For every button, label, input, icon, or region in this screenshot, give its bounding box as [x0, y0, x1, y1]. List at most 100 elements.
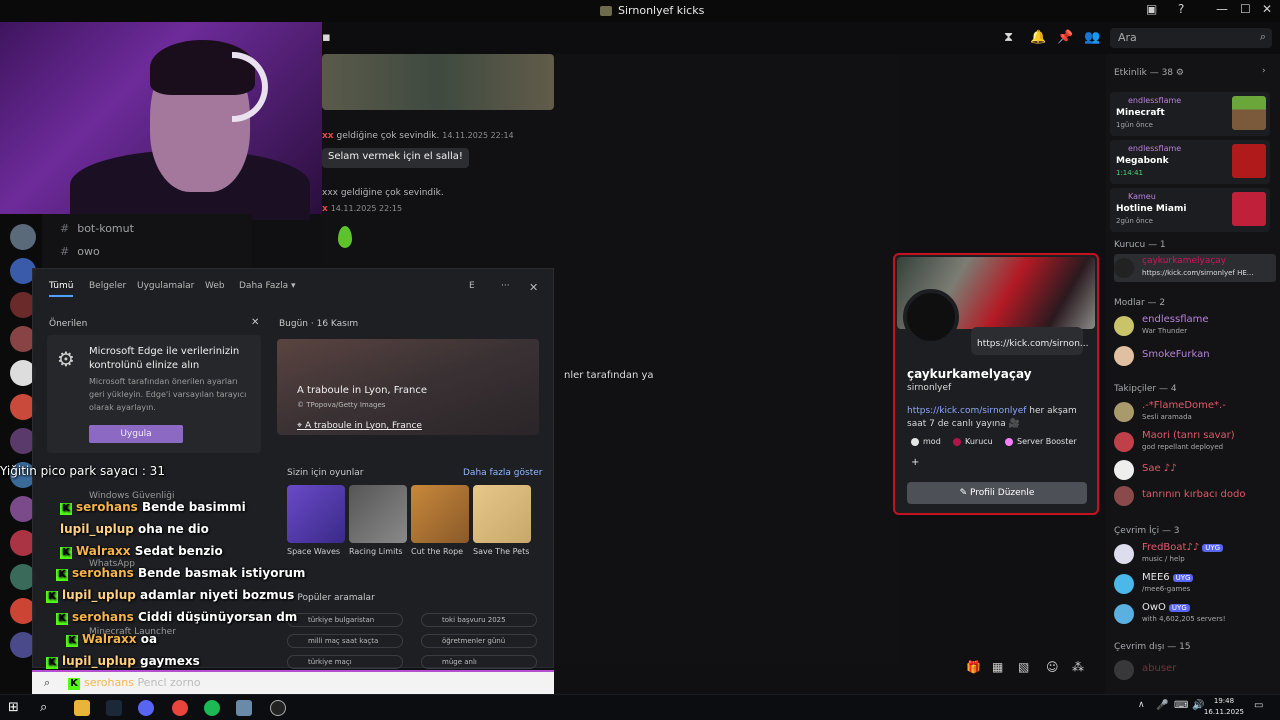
activity-card[interactable]: Kameu Hotline Miami 2gün önce	[1110, 188, 1270, 232]
more-options-icon[interactable]: ···	[501, 281, 510, 291]
game-tile-racing-limits[interactable]	[349, 485, 407, 543]
member-row[interactable]: abuser	[1114, 656, 1274, 684]
edit-profile-button[interactable]: ✎ Profili Düzenle	[907, 482, 1087, 504]
counter-text: Yiğitin pico park sayacı : 31	[0, 464, 165, 478]
minimize-button[interactable]: —	[1216, 2, 1228, 16]
chat-message: Klupil_uplup adamlar niyeti bozmus	[46, 588, 294, 603]
sticker-icon[interactable]: ▧	[1018, 660, 1029, 674]
popular-search-item[interactable]: müge anlı	[421, 655, 537, 669]
monitor-icon[interactable]: ▣	[1146, 2, 1157, 16]
server-icon[interactable]	[10, 224, 36, 250]
megabonk-icon	[1232, 144, 1266, 178]
member-row[interactable]: .-*FlameDome*.- Sesli aramada	[1114, 398, 1274, 426]
members-icon[interactable]: 👥	[1084, 30, 1100, 45]
add-role-button[interactable]: +	[911, 457, 919, 468]
avatar	[1114, 346, 1134, 366]
wave-button[interactable]: Selam vermek için el salla!	[322, 148, 469, 168]
avatar[interactable]	[903, 289, 959, 345]
file-explorer-icon[interactable]	[74, 700, 90, 716]
steam-icon[interactable]	[106, 700, 122, 716]
spotify-icon[interactable]	[204, 700, 220, 716]
member-row[interactable]: Sae ♪♪	[1114, 456, 1274, 484]
activity-header[interactable]: Etkinlik — 38 ⚙	[1114, 68, 1184, 78]
chat-message: K Walraxx oa	[66, 632, 157, 647]
channel-list: # bot-komut # owo	[42, 214, 252, 270]
member-row[interactable]: endlessflame War Thunder	[1114, 312, 1274, 340]
day-location-link[interactable]: ⌖ A traboule in Lyon, France	[297, 421, 422, 431]
chat-message: Kserohans Ciddi düşünüyorsan dm	[56, 610, 297, 625]
help-icon[interactable]: ?	[1178, 2, 1184, 16]
member-row[interactable]: MEE6 UYG/mee6-games	[1114, 570, 1274, 598]
member-row[interactable]: tanrının kırbacı dodo	[1114, 482, 1274, 510]
clock[interactable]: 19:48 16.11.2025	[1204, 696, 1244, 718]
avatar	[1114, 604, 1134, 624]
chrome-icon[interactable]	[172, 700, 188, 716]
avatar	[1114, 460, 1134, 480]
search-input[interactable]: Ara ⌕	[1110, 28, 1272, 48]
gif-icon[interactable]: ▦	[992, 660, 1003, 674]
maximize-button[interactable]: ☐	[1240, 2, 1251, 16]
member-row[interactable]: SmokeFurkan	[1114, 342, 1274, 370]
edge-recommendation-card: ⚙ Microsoft Edge ile verilerinizin kontr…	[47, 335, 261, 453]
obs-icon[interactable]	[270, 700, 286, 716]
close-icon[interactable]: ✕	[529, 281, 538, 294]
show-more-link[interactable]: Daha fazla göster	[463, 468, 542, 478]
tab-all[interactable]: Tümü	[49, 281, 74, 297]
channel-owo[interactable]: # owo	[60, 245, 100, 258]
avatar	[1114, 258, 1134, 278]
gear-icon: ⚙	[57, 347, 75, 371]
app-icon[interactable]	[236, 700, 252, 716]
member-row[interactable]: FredBoat♪♪ UYG music / help	[1114, 540, 1274, 568]
member-row[interactable]: çaykurkamelyaçay https://kick.com/sirnon…	[1114, 254, 1276, 282]
windows-start-icon[interactable]: ⊞	[8, 700, 24, 716]
title-bar: Sirnonlyef kicks ▣ ? — ☐ ✕	[0, 0, 1280, 22]
channel-bot-komut[interactable]: # bot-komut	[60, 222, 134, 235]
popular-search-item[interactable]: toki başvuru 2025	[421, 613, 537, 627]
display-name: çaykurkamelyaçay	[907, 367, 1032, 381]
tab-more[interactable]: Daha Fazla ▾	[239, 281, 296, 291]
threads-icon[interactable]: ▪	[322, 30, 331, 45]
close-icon[interactable]: ✕	[251, 317, 259, 328]
discord-icon[interactable]	[138, 700, 154, 716]
username: sirnonlyef	[907, 383, 952, 393]
network-icon[interactable]: ⌨	[1174, 700, 1190, 716]
bio-link[interactable]: https://kick.com/sirnonlyef	[907, 406, 1026, 416]
emoji-icon[interactable]: ☺	[1046, 660, 1059, 674]
chevron-up-icon[interactable]: ∧	[1138, 700, 1154, 716]
pin-icon[interactable]: 📌	[1057, 30, 1073, 45]
picture-of-the-day-card[interactable]: A traboule in Lyon, France © TPopova/Get…	[277, 339, 539, 435]
threads-icon[interactable]: ⧗	[1004, 30, 1013, 45]
search-icon[interactable]: ⌕	[40, 700, 56, 716]
chat-message: Klupil_uplup gaymexs	[46, 654, 200, 669]
chevron-right-icon[interactable]: ›	[1262, 66, 1266, 76]
activity-card[interactable]: endlessflame Megabonk 1:14:41	[1110, 140, 1270, 184]
game-label: Cut the Rope	[411, 547, 464, 556]
activity-card[interactable]: endlessflame Minecraft 1gün önce	[1110, 92, 1270, 136]
mods-header: Modlar — 2	[1114, 298, 1166, 308]
tab-web[interactable]: Web	[205, 281, 225, 291]
member-row[interactable]: Maori (tanrı savar) god repellant deploye…	[1114, 428, 1274, 456]
user-initial[interactable]: E	[469, 281, 475, 291]
game-tile-cut-the-rope[interactable]	[411, 485, 469, 543]
followers-header: Takipçiler — 4	[1114, 384, 1177, 394]
chat-image[interactable]	[322, 54, 554, 110]
game-tile-save-the-pets[interactable]	[473, 485, 531, 543]
bell-icon[interactable]: 🔔	[1030, 30, 1046, 45]
close-button[interactable]: ✕	[1262, 2, 1272, 16]
online-header: Çevrim İçi — 3	[1114, 526, 1180, 536]
tab-documents[interactable]: Belgeler	[89, 281, 126, 291]
gift-icon[interactable]: 🎁	[966, 660, 981, 674]
microphone-icon[interactable]: 🎤	[1156, 700, 1172, 716]
notification-icon[interactable]: ▭	[1254, 700, 1270, 716]
popular-search-item[interactable]: öğretmenler günü	[421, 634, 537, 648]
search-input[interactable]: Kserohans Pencl zorno	[68, 676, 201, 690]
member-row[interactable]: OwO UYG with 4,602,205 servers!	[1114, 600, 1274, 628]
pencil-icon: ✎	[959, 488, 970, 498]
apply-button[interactable]: Uygula	[89, 425, 183, 443]
custom-status-bubble[interactable]: https://kick.com/sirnon...	[971, 327, 1088, 355]
apps-icon[interactable]: ⁂	[1072, 660, 1084, 674]
windows-search-bar[interactable]: ⌕ Kserohans Pencl zorno	[32, 670, 554, 694]
channel-toolbar: ▪ ⧗ 🔔 📌 👥 Ara ⌕	[322, 22, 1280, 54]
tab-apps[interactable]: Uygulamalar	[137, 281, 194, 291]
avatar	[1114, 432, 1134, 452]
